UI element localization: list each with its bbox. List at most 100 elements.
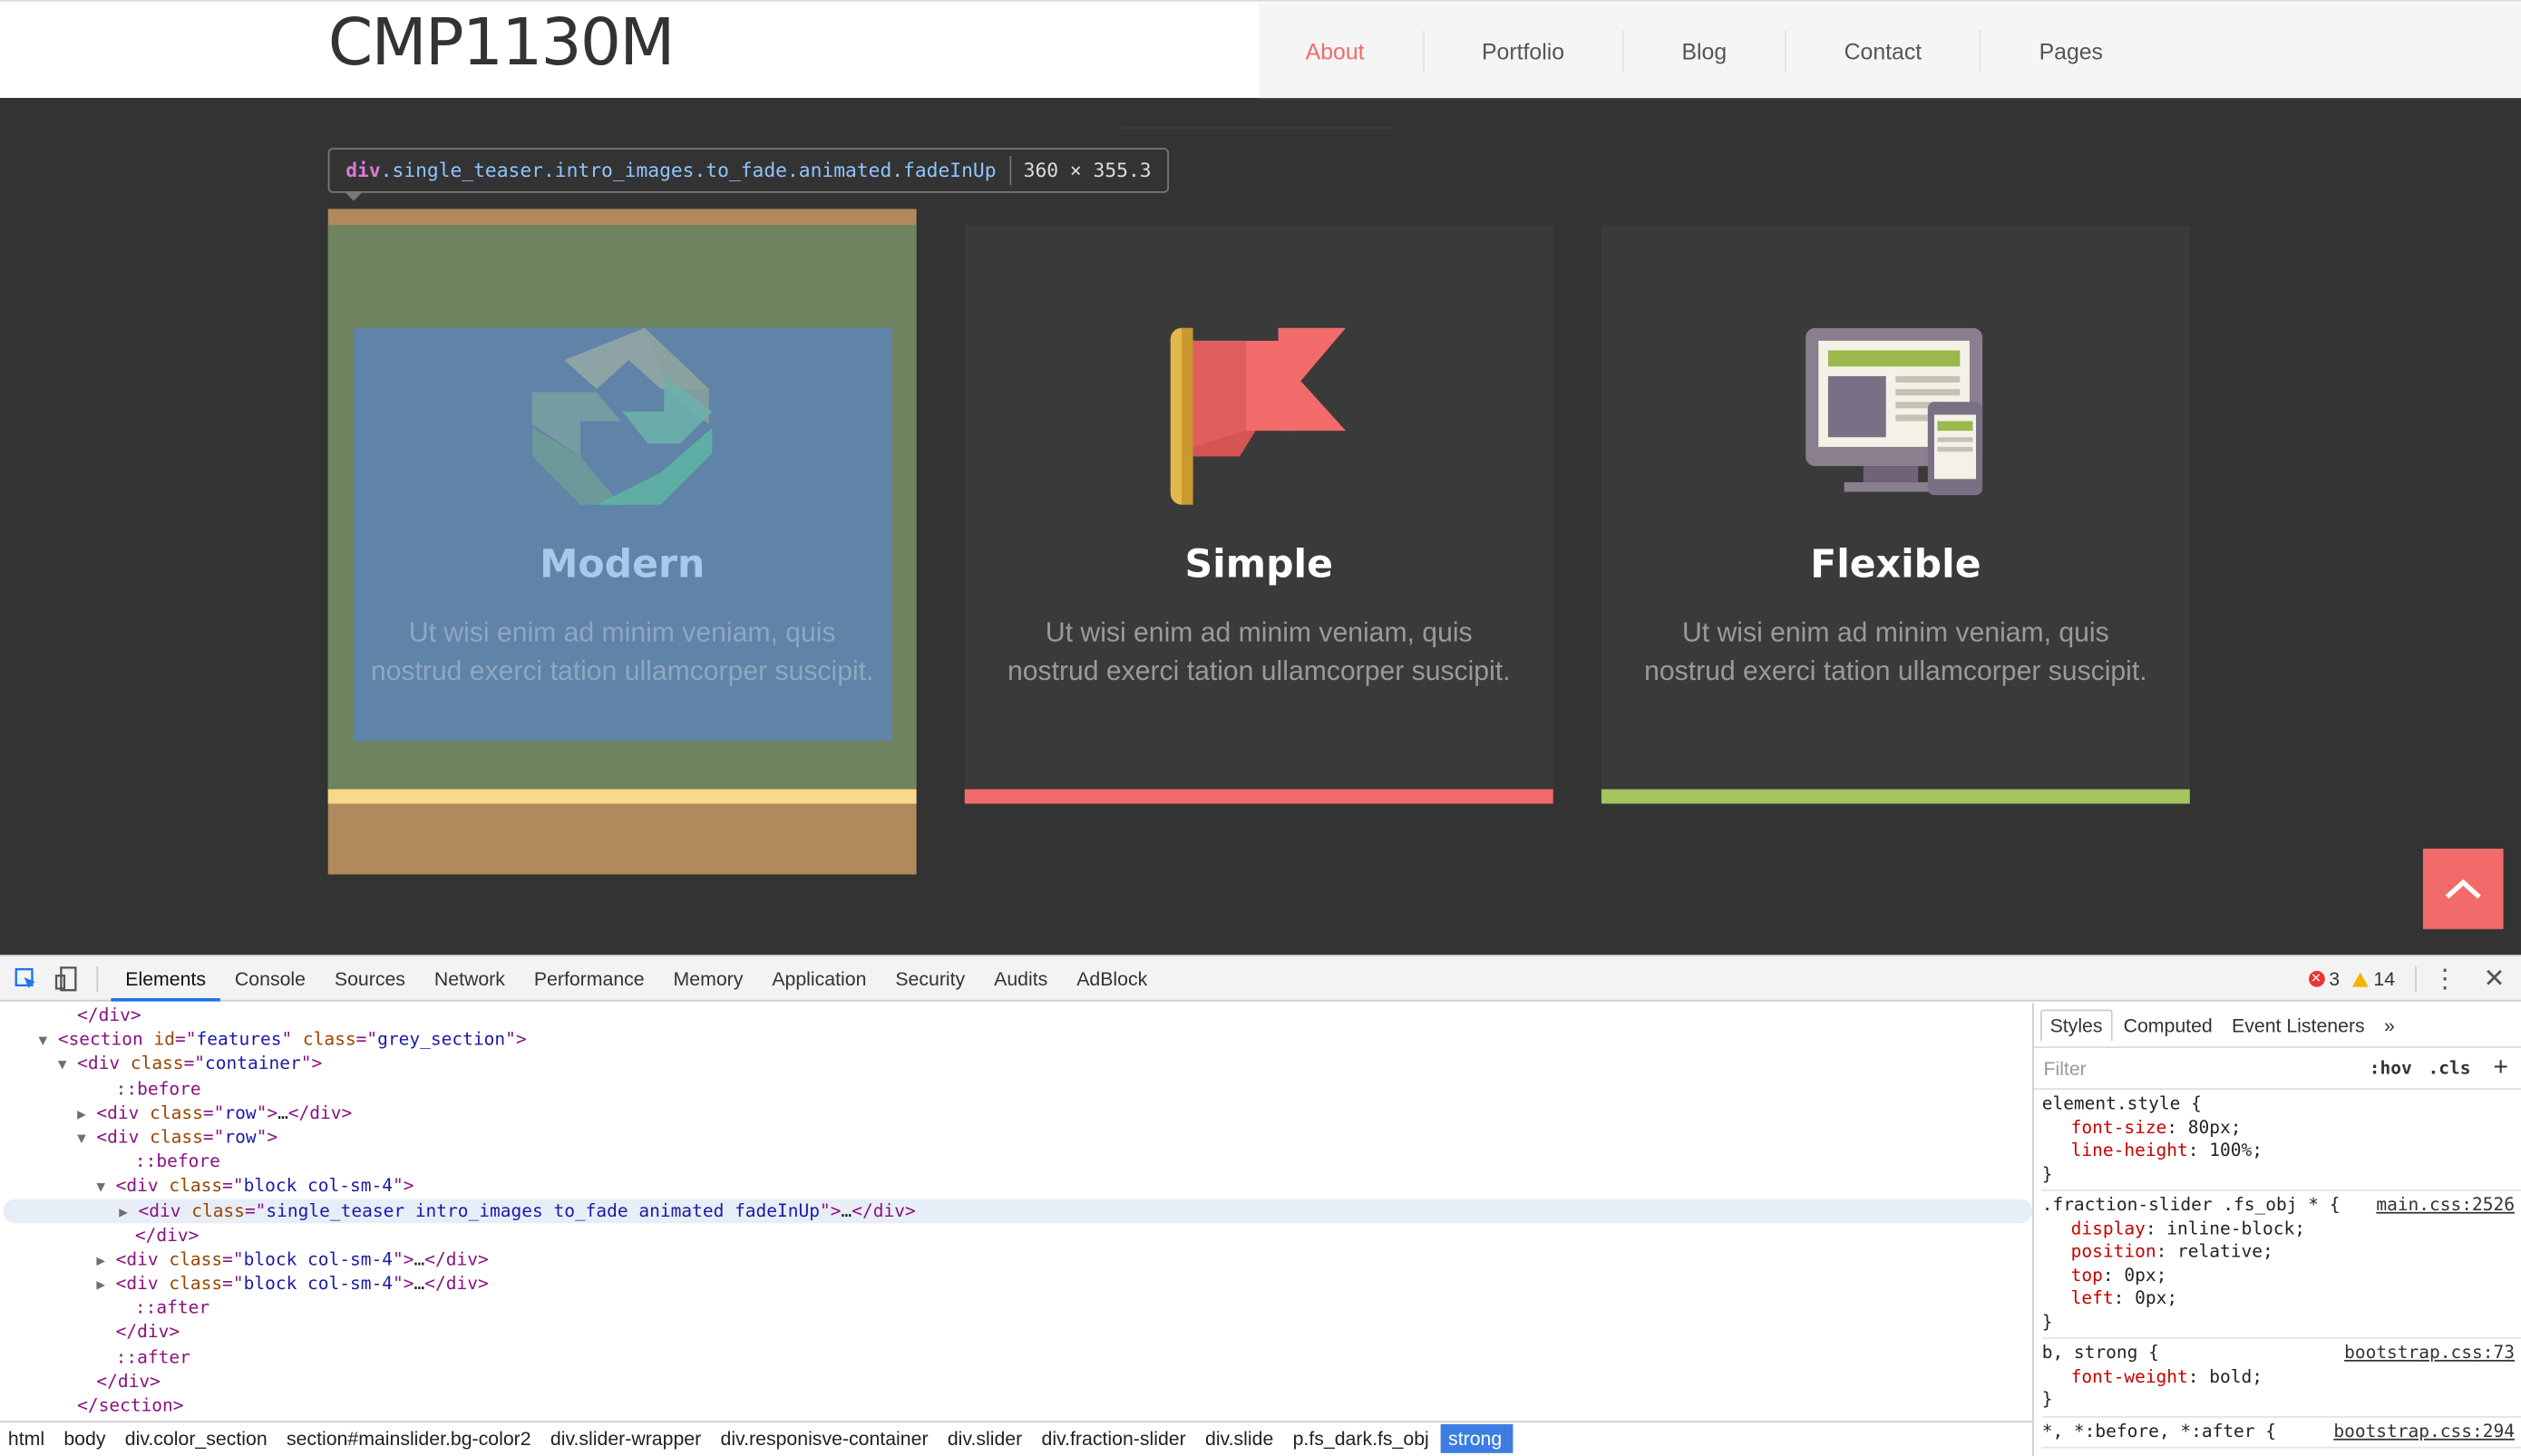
expand-toggle-icon[interactable]: ▶ <box>119 1201 138 1226</box>
property-value[interactable]: 100%; <box>2209 1140 2263 1160</box>
inspect-element-icon[interactable] <box>11 964 40 993</box>
rule-source-link[interactable]: bootstrap.css:294 <box>2333 1420 2515 1441</box>
rule-source-link[interactable]: bootstrap.css:73 <box>2344 1342 2515 1363</box>
dom-node-line[interactable]: ::before <box>0 1150 2032 1174</box>
tab-audits[interactable]: Audits <box>979 956 1062 1001</box>
breadcrumb-item[interactable]: div.slider-wrapper <box>542 1423 713 1452</box>
property-colon: : <box>2113 1287 2136 1309</box>
dom-node-line[interactable]: </div> <box>0 1223 2032 1247</box>
dom-node-line[interactable]: ::after <box>0 1296 2032 1320</box>
nav-item-about[interactable]: About <box>1259 30 1425 73</box>
nav-item-pages[interactable]: Pages <box>1981 31 2161 73</box>
style-property[interactable]: font-weight: bold; <box>2042 1365 2521 1389</box>
error-icon[interactable]: ✕ <box>2308 970 2324 987</box>
dom-node-line[interactable]: ::after <box>0 1344 2032 1369</box>
card-accent-bar <box>964 789 1553 804</box>
dom-node-line[interactable]: ▶ <div class="block col-sm-4">…</div> <box>0 1247 2032 1272</box>
breadcrumb-item[interactable]: div.color_section <box>117 1423 278 1452</box>
property-name[interactable]: font-weight <box>2042 1365 2188 1386</box>
error-count[interactable]: 3 <box>2329 967 2340 990</box>
property-value[interactable]: inline-block; <box>2166 1218 2305 1238</box>
more-tabs-icon[interactable]: » <box>2376 1010 2403 1039</box>
close-devtools-icon[interactable]: ✕ <box>2484 963 2506 995</box>
dom-node-line[interactable]: ▼ <div class="container"> <box>0 1052 2032 1076</box>
new-rule-icon[interactable]: + <box>2493 1053 2508 1082</box>
dom-node-line[interactable]: ▶ <div class="row">…</div> <box>0 1101 2032 1125</box>
style-rule[interactable]: .fraction-slider .fs_obj * {main.css:252… <box>2041 1191 2521 1339</box>
dom-node-line[interactable]: ▶ <div class="block col-sm-4">…</div> <box>0 1272 2032 1296</box>
tab-sources[interactable]: Sources <box>320 956 420 1001</box>
property-value[interactable]: 80px; <box>2188 1116 2242 1137</box>
breadcrumb-item[interactable]: div.slide <box>1197 1423 1285 1452</box>
site-logo[interactable]: CMP1130M <box>328 6 676 81</box>
style-rule[interactable]: b, strong {bootstrap.css:73 font-weight: … <box>2041 1339 2521 1417</box>
nav-item-portfolio[interactable]: Portfolio <box>1424 30 1624 73</box>
style-property[interactable]: position: relative; <box>2042 1241 2521 1265</box>
scroll-top-button[interactable] <box>2422 849 2504 929</box>
style-rule[interactable]: element.style {font-size: 80px; line-heig… <box>2041 1090 2521 1191</box>
tab-elements[interactable]: Elements <box>111 956 220 1001</box>
hov-toggle[interactable]: :hov <box>2370 1058 2412 1079</box>
breadcrumb-item[interactable]: div.fraction-slider <box>1034 1423 1198 1452</box>
flag-icon <box>1170 327 1347 505</box>
dom-node-line[interactable]: ▶ <div class="single_teaser intro_images … <box>3 1198 2033 1226</box>
tab-memory[interactable]: Memory <box>659 956 758 1001</box>
device-toolbar-icon[interactable] <box>52 964 81 993</box>
dom-tree[interactable]: </div> ▼ <section id="features" class="gre… <box>0 1003 2033 1421</box>
property-name[interactable]: position <box>2042 1241 2156 1262</box>
dom-node-line[interactable]: ::before <box>0 1076 2032 1101</box>
property-name[interactable]: font-size <box>2042 1116 2167 1137</box>
style-property[interactable]: left: 0px; <box>2042 1287 2521 1311</box>
dom-node-line[interactable]: </section> <box>0 1393 2032 1418</box>
style-property[interactable]: font-size: 80px; <box>2042 1116 2521 1140</box>
rule-source-link[interactable]: main.css:2526 <box>2376 1194 2515 1215</box>
dom-node-line[interactable]: ▼ <div class="block col-sm-4"> <box>0 1174 2032 1199</box>
dom-node-line[interactable]: ▼ <section id="features" class="grey_sect… <box>0 1027 2032 1052</box>
tab-application[interactable]: Application <box>757 956 881 1001</box>
dom-node-line[interactable]: </div> <box>0 1003 2032 1027</box>
expand-toggle-icon[interactable]: ▼ <box>96 1177 115 1201</box>
tab-console[interactable]: Console <box>220 956 320 1001</box>
more-options-icon[interactable]: ⋮ <box>2432 963 2458 995</box>
property-value[interactable]: 0px; <box>2124 1264 2166 1285</box>
warning-icon[interactable] <box>2352 971 2370 986</box>
tab-security[interactable]: Security <box>881 956 979 1001</box>
breadcrumb-item[interactable]: div.slider <box>939 1423 1034 1452</box>
dom-node-line[interactable]: </div> <box>0 1320 2032 1344</box>
tooltip-classes: .single_teaser.intro_images.to_fade.anim… <box>380 159 997 182</box>
breadcrumb-item[interactable]: html <box>0 1423 55 1452</box>
breadcrumb-item[interactable]: p.fs_dark.fs_obj <box>1285 1423 1440 1452</box>
breadcrumb-item[interactable]: strong <box>1440 1422 1514 1452</box>
dom-node-line[interactable]: </div> <box>0 1369 2032 1393</box>
property-value[interactable]: bold; <box>2209 1365 2263 1386</box>
style-rule[interactable]: *, *:before, *:after {bootstrap.css:294 <box>2041 1417 2521 1449</box>
tab-adblock[interactable]: AdBlock <box>1062 956 1162 1001</box>
cls-toggle[interactable]: .cls <box>2429 1058 2471 1079</box>
styles-filter-input[interactable]: Filter <box>2043 1057 2086 1080</box>
property-name[interactable]: left <box>2042 1287 2114 1308</box>
browser-viewport: CMP1130M About Portfolio Blog Contact Pa… <box>0 0 2521 1456</box>
tab-network[interactable]: Network <box>420 956 520 1001</box>
property-value[interactable]: 0px; <box>2135 1287 2177 1308</box>
dom-node-line[interactable]: ▼ <div class="row"> <box>0 1125 2032 1150</box>
warning-count[interactable]: 14 <box>2373 967 2395 990</box>
property-name[interactable]: display <box>2042 1218 2146 1238</box>
breadcrumb-item[interactable]: section#mainslider.bg-color2 <box>278 1423 542 1452</box>
property-name[interactable]: line-height <box>2042 1140 2188 1160</box>
tab-performance[interactable]: Performance <box>520 956 659 1001</box>
style-property[interactable]: top: 0px; <box>2042 1264 2521 1287</box>
style-property[interactable]: line-height: 100%; <box>2042 1140 2521 1163</box>
breadcrumb-item[interactable]: div.responisve-container <box>713 1423 939 1452</box>
rule-selector[interactable]: element.style { <box>2042 1093 2521 1117</box>
nav-item-contact[interactable]: Contact <box>1786 30 1981 73</box>
property-value[interactable]: relative; <box>2177 1241 2273 1262</box>
style-property[interactable]: display: inline-block; <box>2042 1218 2521 1241</box>
nav-item-blog[interactable]: Blog <box>1624 30 1786 73</box>
tab-event-listeners[interactable]: Event Listeners <box>2224 1010 2372 1039</box>
tab-computed[interactable]: Computed <box>2116 1010 2221 1039</box>
expand-toggle-icon[interactable]: ▼ <box>58 1055 77 1080</box>
tooltip-tag: div <box>346 159 381 182</box>
breadcrumb-item[interactable]: body <box>55 1423 116 1452</box>
tab-styles[interactable]: Styles <box>2039 1008 2113 1042</box>
property-name[interactable]: top <box>2042 1264 2103 1285</box>
